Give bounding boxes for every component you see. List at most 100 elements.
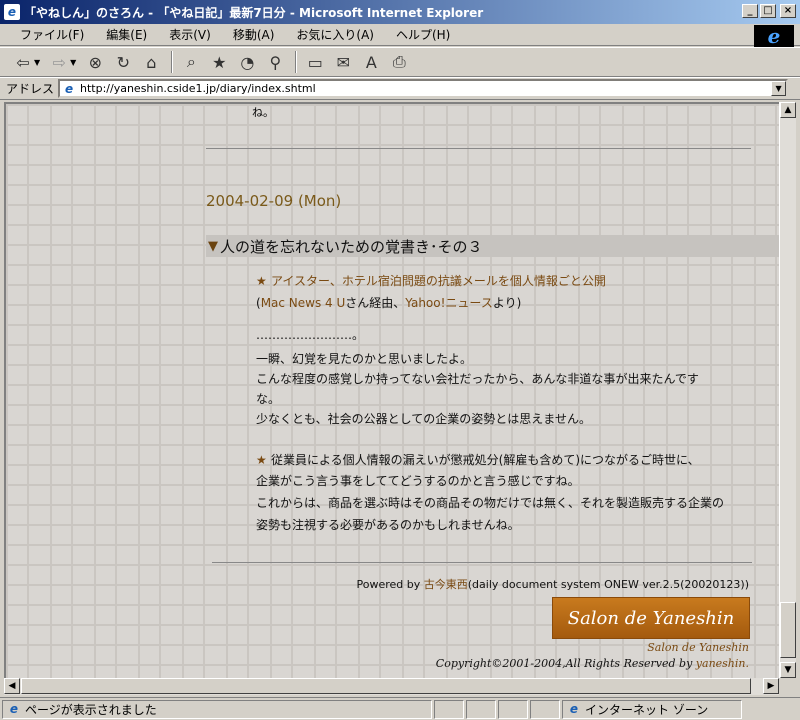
entry-line: 少なくとも、社会の公器としての企業の姿勢とは思えません。 bbox=[256, 410, 591, 427]
address-input[interactable]: e http://yaneshin.cside1.jp/diary/index.… bbox=[58, 79, 789, 98]
divider bbox=[212, 562, 752, 563]
entry-text: これからは、商品を選ぶ時はその商品その物だけでは無く、それを製造販売する bbox=[256, 496, 689, 510]
entry-text: 解雇 bbox=[503, 453, 528, 467]
copyright-author-link[interactable]: yaneshin. bbox=[696, 657, 749, 670]
entry-text: 個人情報の漏えい bbox=[342, 453, 439, 467]
entry-line: 企業がこう言う事をしててどうするのかと言う感じですね。 bbox=[256, 472, 580, 489]
minimize-button[interactable]: _ bbox=[742, 4, 758, 18]
stop-icon[interactable]: ⊗ bbox=[82, 50, 108, 74]
close-button[interactable]: × bbox=[780, 4, 796, 18]
toolbar: ⇦ ▼ ⇨ ▼ ⊗ ↻ ⌂ ⌕ ★ ◔ ⚲ ▭ ✉ A ⎙ bbox=[0, 47, 800, 77]
entry-link[interactable]: Yahoo!ニュース bbox=[405, 296, 493, 310]
menu-favorites[interactable]: お気に入り(A) bbox=[284, 26, 384, 43]
entry-text: を見たのかと思いましたよ。 bbox=[316, 352, 473, 366]
entry-text: も含めて)につながるご時世に、 bbox=[527, 453, 700, 467]
scroll-right-icon[interactable]: ▶ bbox=[763, 678, 779, 694]
scroll-down-icon[interactable]: ▼ bbox=[780, 662, 796, 678]
powered-by: Powered by 古今東西(daily document system ON… bbox=[356, 576, 749, 592]
refresh-icon[interactable]: ↻ bbox=[110, 50, 136, 74]
entry-text: こんな程度の感覚 bbox=[256, 372, 353, 386]
back-dropdown-icon[interactable]: ▼ bbox=[34, 58, 40, 67]
divider bbox=[206, 148, 751, 149]
entry-line: ★ アイスター、ホテル宿泊問題の抗議メールを個人情報ごと公開 bbox=[256, 272, 606, 289]
menu-go[interactable]: 移動(A) bbox=[221, 26, 285, 43]
status-zone-pane: e インターネット ゾーン bbox=[562, 699, 742, 719]
horizontal-scroll-thumb[interactable] bbox=[21, 678, 751, 694]
entry-text: 少なくとも、 bbox=[256, 412, 328, 426]
toolbar-separator bbox=[171, 51, 174, 73]
entry-heading: ▼ 人の道を忘れないための覚書き･その３ bbox=[206, 235, 779, 257]
address-dropdown-icon[interactable]: ▼ bbox=[771, 81, 787, 96]
search-icon[interactable]: ⌕ bbox=[178, 50, 204, 74]
entry-text: 企業がこう言う事をしててどうするのかと言う感じですね。 bbox=[256, 474, 580, 488]
menu-file[interactable]: ファイル(F) bbox=[8, 26, 94, 43]
entry-text: 懲戒処分 bbox=[450, 453, 499, 467]
entry-date: 2004-02-09 (Mon) bbox=[206, 192, 342, 210]
forward-dropdown-icon[interactable]: ▼ bbox=[70, 58, 76, 67]
status-empty-pane bbox=[434, 699, 464, 719]
powered-prefix: Powered by bbox=[356, 578, 424, 591]
page-content: ね。 2004-02-09 (Mon) ▼ 人の道を忘れないための覚書き･その３… bbox=[4, 102, 779, 678]
vertical-scrollbar[interactable]: ▲ ▼ bbox=[779, 102, 796, 678]
entry-text: 姿勢 bbox=[256, 518, 281, 532]
entry-line: 姿勢も注視する必要があるのかもしれませんね。 bbox=[256, 516, 520, 533]
entry-link[interactable]: アイスター、ホテル宿泊問題の抗議メールを個人情報ごと公開 bbox=[271, 274, 606, 288]
status-empty-pane bbox=[466, 699, 496, 719]
channels-icon[interactable]: ⚲ bbox=[262, 50, 288, 74]
entry-text: 従業員による bbox=[270, 453, 343, 467]
font-size-icon[interactable]: A bbox=[358, 50, 384, 74]
menu-help[interactable]: ヘルプ(H) bbox=[384, 26, 460, 43]
entry-text: あんな非道な事 bbox=[531, 372, 616, 386]
address-url[interactable]: http://yaneshin.cside1.jp/diary/index.sh… bbox=[80, 82, 316, 95]
title-bar: e 「やねしん」のさろん - 「やね日記」最新7日分 - Microsoft I… bbox=[0, 0, 800, 24]
star-icon: ★ bbox=[256, 274, 271, 288]
previous-entry-fragment: ね。 bbox=[252, 106, 274, 119]
status-zone: インターネット ゾーン bbox=[585, 702, 709, 717]
salon-logo[interactable]: Salon de Yaneshin bbox=[552, 597, 750, 639]
favorites-icon[interactable]: ★ bbox=[206, 50, 232, 74]
mail-icon[interactable]: ✉ bbox=[330, 50, 356, 74]
logo-caption: Salon de Yaneshin bbox=[647, 641, 749, 654]
history-icon[interactable]: ◔ bbox=[234, 50, 260, 74]
entry-text: さん経由、 bbox=[345, 296, 406, 310]
powered-suffix: (daily document system ONEW ver.2.5(2002… bbox=[467, 578, 749, 591]
print-icon[interactable]: ⎙ bbox=[386, 50, 412, 74]
powered-link[interactable]: 古今東西 bbox=[424, 578, 468, 591]
copyright-prefix: Copyright©2001-2004,All Rights Reserved … bbox=[435, 657, 696, 670]
entry-line: ……………………。 bbox=[256, 326, 364, 343]
scroll-left-icon[interactable]: ◀ bbox=[4, 678, 20, 694]
horizontal-scrollbar[interactable]: ◀ ▶ bbox=[4, 678, 779, 695]
entry-title: 人の道を忘れないための覚書き･その３ bbox=[220, 237, 483, 256]
entry-line: ★ 従業員による個人情報の漏えいが懲戒処分(解雇も含めて)につながるご時世に、 bbox=[256, 451, 700, 468]
status-message-pane: e ページが表示されました bbox=[2, 699, 432, 719]
vertical-scroll-thumb[interactable] bbox=[780, 602, 796, 658]
scroll-up-icon[interactable]: ▲ bbox=[780, 102, 796, 118]
maximize-button[interactable]: □ bbox=[760, 4, 776, 18]
menu-edit[interactable]: 編集(E) bbox=[94, 26, 157, 43]
entry-line: 一瞬、幻覚を見たのかと思いましたよ。 bbox=[256, 350, 472, 367]
home-icon[interactable]: ⌂ bbox=[138, 50, 164, 74]
address-label: アドレス bbox=[6, 82, 55, 96]
fullscreen-icon[interactable]: ▭ bbox=[302, 50, 328, 74]
triangle-icon: ▼ bbox=[208, 238, 218, 254]
entry-text: 幻覚 bbox=[292, 352, 317, 366]
entry-line: (Mac News 4 Uさん経由、Yahoo!ニュースより) bbox=[256, 294, 521, 311]
status-empty-pane bbox=[530, 699, 560, 719]
copyright: Copyright©2001-2004,All Rights Reserved … bbox=[436, 657, 749, 670]
status-message: ページが表示されました bbox=[25, 702, 157, 717]
star-icon: ★ bbox=[256, 453, 271, 467]
entry-text: 社会の公器 bbox=[327, 412, 388, 426]
entry-text: より) bbox=[492, 296, 522, 310]
ie-logo-icon: e bbox=[754, 24, 794, 48]
logo-text: Salon de Yaneshin bbox=[567, 607, 735, 629]
forward-arrow-icon[interactable]: ⇨ bbox=[46, 50, 72, 74]
address-bar: アドレス e http://yaneshin.cside1.jp/diary/i… bbox=[0, 77, 800, 100]
entry-text: しか持ってない会社だったから、 bbox=[352, 372, 532, 386]
entry-link[interactable]: Mac News 4 U bbox=[261, 296, 346, 310]
toolbar-separator bbox=[295, 51, 298, 73]
menu-bar: ファイル(F) 編集(E) 表示(V) 移動(A) お気に入り(A) ヘルプ(H… bbox=[0, 24, 800, 46]
entry-text: 企業の bbox=[688, 496, 725, 510]
back-arrow-icon[interactable]: ⇦ bbox=[10, 50, 36, 74]
menu-view[interactable]: 表示(V) bbox=[157, 26, 221, 43]
ie-page-icon: e bbox=[4, 4, 20, 20]
